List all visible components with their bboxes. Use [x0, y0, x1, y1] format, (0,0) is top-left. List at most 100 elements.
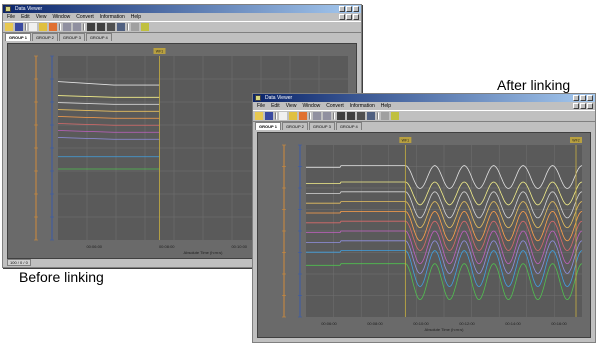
toolbar-separator	[275, 112, 277, 120]
viewer-window-after: Data Viewer File Edit View Window Conver…	[252, 93, 596, 343]
marker-label: WF1	[156, 50, 163, 54]
tab-group-3[interactable]: GROUP 3	[58, 33, 85, 41]
menu-information[interactable]: Information	[100, 13, 125, 21]
folder-icon[interactable]	[39, 23, 47, 31]
tab-group-4[interactable]: GROUP 4	[85, 33, 112, 41]
star-icon[interactable]	[299, 112, 307, 120]
toolbar-separator	[333, 112, 335, 120]
menu-edit[interactable]: Edit	[271, 102, 280, 110]
print-icon[interactable]	[131, 23, 139, 31]
display-icon[interactable]	[347, 112, 355, 120]
child-restore-button[interactable]	[580, 103, 586, 109]
x-tick-label: 00:16:00	[551, 321, 567, 326]
child-restore-button[interactable]	[346, 14, 352, 20]
cursor-icon[interactable]	[117, 23, 125, 31]
tab-group-2[interactable]: GROUP 2	[281, 122, 308, 130]
tab-group-4[interactable]: GROUP 4	[335, 122, 362, 130]
channel-icon[interactable]	[87, 23, 95, 31]
menu-convert[interactable]: Convert	[76, 13, 94, 21]
menu-help[interactable]: Help	[381, 102, 391, 110]
minimize-button[interactable]	[339, 6, 345, 12]
zoom-out-icon[interactable]	[73, 23, 81, 31]
x-tick-label: 00:08:00	[367, 321, 383, 326]
display-icon[interactable]	[97, 23, 105, 31]
help-icon[interactable]	[141, 23, 149, 31]
x-tick-label: 00:06:00	[321, 321, 337, 326]
x-tick-label: 00:08:00	[159, 244, 175, 249]
open-icon[interactable]	[5, 23, 13, 31]
menu-view[interactable]: View	[286, 102, 297, 110]
tab-group-1[interactable]: GROUP 1	[5, 33, 31, 41]
maximize-button[interactable]	[346, 6, 352, 12]
group-tabs: GROUP 1 GROUP 2 GROUP 3 GROUP 4	[253, 122, 595, 130]
x-tick-label: 00:10:00	[413, 321, 429, 326]
toolbar-separator	[59, 23, 61, 31]
child-minimize-button[interactable]	[339, 14, 345, 20]
toolbar	[253, 110, 595, 122]
close-button[interactable]	[587, 95, 593, 101]
waveform-chart-after[interactable]: 00:06:00 00:08:00 00:10:00 00:12:00 00:14:00…	[258, 133, 590, 337]
x-tick-label: 00:14:00	[505, 321, 521, 326]
tab-group-2[interactable]: GROUP 2	[31, 33, 58, 41]
toolbar	[3, 21, 361, 33]
zoom-in-icon[interactable]	[63, 23, 71, 31]
copy-icon[interactable]	[29, 23, 37, 31]
folder-icon[interactable]	[289, 112, 297, 120]
marker-label: WF1	[402, 139, 409, 143]
menu-file[interactable]: File	[7, 13, 15, 21]
app-icon	[5, 6, 11, 12]
toolbar-separator	[25, 23, 27, 31]
child-minimize-button[interactable]	[573, 103, 579, 109]
star-icon[interactable]	[49, 23, 57, 31]
menu-edit[interactable]: Edit	[21, 13, 30, 21]
x-tick-label: 00:12:00	[459, 321, 475, 326]
math-icon[interactable]	[107, 23, 115, 31]
save-icon[interactable]	[15, 23, 23, 31]
menu-information[interactable]: Information	[350, 102, 375, 110]
window-title: Data Viewer	[265, 95, 293, 101]
caption-after: After linking	[497, 77, 571, 93]
toolbar-separator	[127, 23, 129, 31]
menu-window[interactable]: Window	[302, 102, 320, 110]
copy-icon[interactable]	[279, 112, 287, 120]
zoom-in-icon[interactable]	[313, 112, 321, 120]
child-close-button[interactable]	[587, 103, 593, 109]
tab-group-1[interactable]: GROUP 1	[255, 122, 281, 130]
x-tick-label: 00:06:00	[86, 244, 102, 249]
menu-bar: File Edit View Window Convert Informatio…	[253, 102, 595, 110]
app-icon	[255, 95, 261, 101]
tab-group-3[interactable]: GROUP 3	[308, 122, 335, 130]
menu-view[interactable]: View	[36, 13, 47, 21]
group-tabs: GROUP 1 GROUP 2 GROUP 3 GROUP 4	[3, 33, 361, 41]
maximize-button[interactable]	[580, 95, 586, 101]
toolbar-separator	[377, 112, 379, 120]
x-axis-label: Absolute Time (h:m:s)	[425, 327, 465, 332]
save-icon[interactable]	[265, 112, 273, 120]
math-icon[interactable]	[357, 112, 365, 120]
print-icon[interactable]	[381, 112, 389, 120]
child-close-button[interactable]	[353, 14, 359, 20]
zoom-out-icon[interactable]	[323, 112, 331, 120]
plot-area-after[interactable]: 00:06:00 00:08:00 00:10:00 00:12:00 00:14:00…	[257, 132, 591, 338]
window-title: Data Viewer	[15, 6, 43, 12]
menu-bar: File Edit View Window Convert Informatio…	[3, 13, 361, 21]
status-field: 100 / 0 / 0	[7, 259, 31, 266]
close-button[interactable]	[353, 6, 359, 12]
minimize-button[interactable]	[573, 95, 579, 101]
x-tick-label: 00:10:00	[231, 244, 247, 249]
x-axis-label: Absolute Time (h:m:s)	[184, 250, 224, 255]
toolbar-separator	[83, 23, 85, 31]
channel-icon[interactable]	[337, 112, 345, 120]
menu-file[interactable]: File	[257, 102, 265, 110]
caption-before: Before linking	[19, 269, 104, 285]
marker-label: WF2	[572, 139, 579, 143]
help-icon[interactable]	[391, 112, 399, 120]
title-bar[interactable]: Data Viewer	[253, 94, 595, 102]
open-icon[interactable]	[255, 112, 263, 120]
title-bar[interactable]: Data Viewer	[3, 5, 361, 13]
toolbar-separator	[309, 112, 311, 120]
cursor-icon[interactable]	[367, 112, 375, 120]
menu-convert[interactable]: Convert	[326, 102, 344, 110]
menu-window[interactable]: Window	[52, 13, 70, 21]
menu-help[interactable]: Help	[131, 13, 141, 21]
